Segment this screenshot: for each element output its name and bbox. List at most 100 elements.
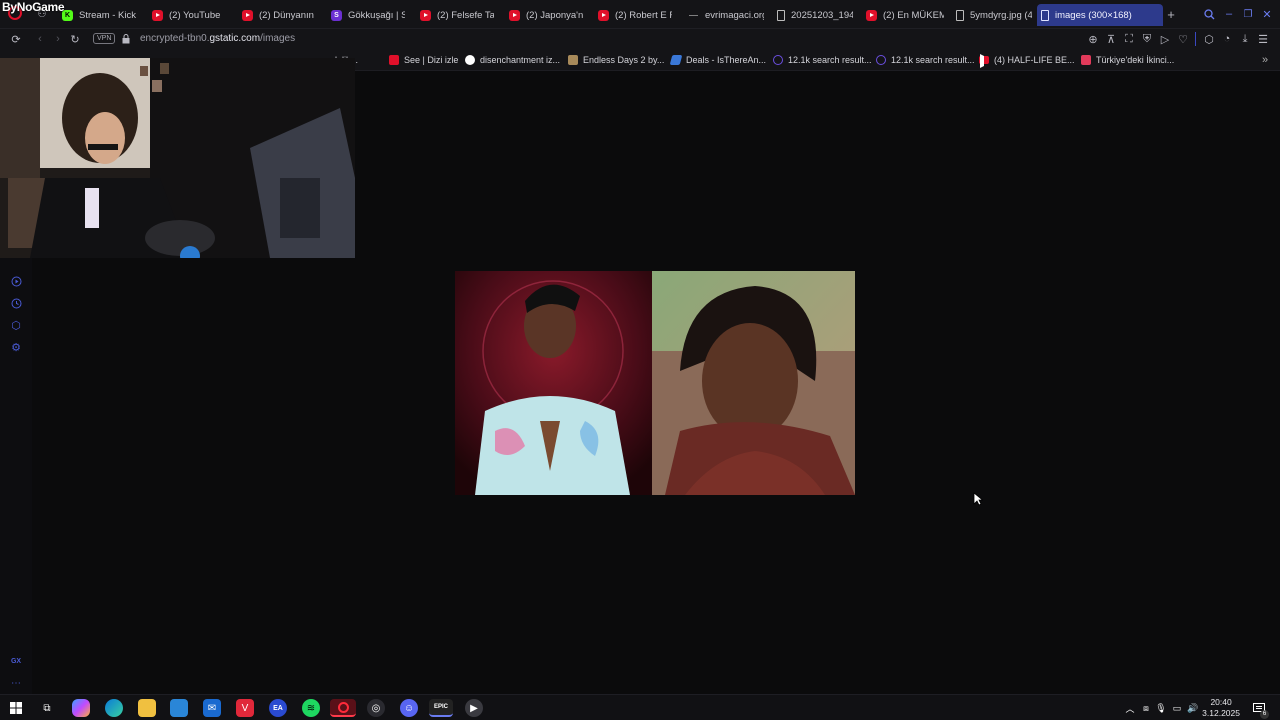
store-icon[interactable] [170, 699, 188, 717]
search-result-icon [773, 55, 783, 65]
search-result-icon [876, 55, 886, 65]
bookmark-label: See | Dizi izle [404, 55, 459, 65]
tab-gokkusagi[interactable]: S Gökkuşağı | Sh [327, 4, 405, 26]
bookmark-item[interactable]: disenchantment iz... [465, 53, 560, 67]
tab-en-mukemmel[interactable]: (2) En MÜKEM [862, 4, 944, 26]
tab-label: (2) YouTube [169, 9, 221, 21]
bookmark-label: 12.1k search result... [891, 55, 975, 65]
vpn-badge[interactable]: VPN [93, 33, 116, 44]
browser-tab-bar: ⚇ K Stream - Kick D (2) YouTube (2) Düny… [0, 0, 1280, 29]
reload-sidebar-icon[interactable]: ⟳ [8, 31, 24, 47]
youtube-icon [509, 9, 520, 21]
clock-time: 20:40 [1210, 697, 1232, 707]
media-player-icon[interactable]: ▶ [465, 699, 483, 717]
forward-icon[interactable]: › [50, 31, 66, 47]
file-explorer-icon[interactable] [138, 699, 156, 717]
bookmark-item[interactable]: Endless Days 2 by... [568, 53, 664, 67]
tab-label: (2) Japonya'nı [526, 9, 583, 21]
tab-label: images (300×168) [1055, 9, 1132, 21]
edge-icon[interactable] [105, 699, 123, 717]
tab-robert[interactable]: (2) Robert E Fu [594, 4, 672, 26]
tab-youtube[interactable]: (2) YouTube [148, 4, 234, 26]
steam-icon[interactable]: ◎ [367, 699, 385, 717]
url-domain: gstatic.com [209, 33, 261, 44]
opera-gx-icon[interactable] [330, 699, 356, 717]
s-app-icon: S [331, 9, 342, 21]
webcam-overlay [0, 58, 355, 258]
search-tabs-icon[interactable] [1201, 6, 1217, 22]
new-tab-icon[interactable]: + [1163, 6, 1179, 22]
tab-japonya[interactable]: (2) Japonya'nı [505, 4, 583, 26]
document-icon [777, 9, 785, 21]
extensions-icon[interactable]: ⬡ [1201, 31, 1217, 47]
composite-photo [455, 271, 855, 495]
tab-label: Stream - Kick D [79, 9, 138, 21]
bookmark-label: disenchantment iz... [480, 55, 561, 65]
spotify-icon[interactable]: ≋ [302, 699, 320, 717]
tab-youtube-dunya[interactable]: (2) Dünyanın E [238, 4, 316, 26]
tab-evrimagaci[interactable]: — evrimagaci.org [684, 4, 764, 26]
discord-icon[interactable]: ☺ [400, 699, 418, 717]
youtube-icon [152, 9, 163, 21]
address-bar-row: ⟳ ‹ › ↻ VPN encrypted-tbn0.gstatic.com/i… [0, 29, 1280, 49]
url-field[interactable]: encrypted-tbn0.gstatic.com/images [140, 31, 295, 47]
copilot-icon[interactable] [72, 699, 90, 717]
minimize-icon[interactable]: – [1221, 6, 1237, 22]
play-icon[interactable]: ▷ [1157, 31, 1173, 47]
notification-center-icon[interactable]: 6 [1250, 699, 1269, 719]
epic-games-icon[interactable]: EPIC [429, 699, 453, 717]
tab-felsefe[interactable]: (2) Felsefe Tar [416, 4, 494, 26]
brand-logo: ByNoGame [2, 0, 65, 14]
tab-jpg-file[interactable]: 5ymdyrg.jpg (4 [952, 4, 1032, 26]
more-options-icon[interactable]: ⋯ [9, 676, 23, 690]
mail-icon[interactable]: ✉ [203, 699, 221, 717]
news-icon [1081, 55, 1091, 65]
tab-images-active[interactable]: images (300×168) [1037, 4, 1163, 26]
settings-icon[interactable]: ⚙ [9, 340, 23, 354]
tab-label: evrimagaci.org [705, 9, 764, 21]
evrimagaci-icon: — [689, 10, 698, 20]
download-icon[interactable]: ⤓ [1237, 31, 1253, 47]
notification-count-badge: 6 [1260, 710, 1269, 719]
gx-corner-label[interactable]: GX [9, 654, 23, 668]
toolbar-divider [1195, 32, 1196, 46]
windows-taskbar: ⧉ ✉ V EA ≋ ◎ ☺ EPIC ▶ ︿ ⧈ 🎙 ▭ 🔊 20:40 3.… [0, 694, 1280, 720]
pin-icon[interactable]: ⊼ [1103, 31, 1119, 47]
youtube-icon [866, 9, 877, 21]
tab-label: 20251203_194 [791, 9, 853, 21]
extensions-icon[interactable]: ⬡ [9, 318, 23, 332]
volume-icon[interactable]: 🔊 [1184, 699, 1202, 717]
ea-icon[interactable]: EA [269, 699, 287, 717]
tab-screenshot-file[interactable]: 20251203_194 [773, 4, 853, 26]
snapshot-icon[interactable]: ⛶ [1121, 31, 1137, 47]
close-icon[interactable]: ✕ [1259, 6, 1275, 22]
bookmark-item[interactable]: (4) HALF-LIFE BE... [979, 53, 1075, 67]
reload-icon[interactable]: ↻ [67, 31, 83, 47]
task-view-icon[interactable]: ⧉ [38, 699, 56, 717]
menu-icon[interactable]: ☰ [1255, 31, 1271, 47]
tab-kick-stream[interactable]: K Stream - Kick D [58, 4, 138, 26]
play-circle-icon[interactable] [9, 274, 23, 288]
more-bookmarks-icon[interactable]: » [1262, 53, 1268, 67]
bookmark-item[interactable]: Türkiye'deki İkinci... [1081, 53, 1174, 67]
restore-icon[interactable]: ❐ [1240, 6, 1256, 22]
displayed-image[interactable] [455, 271, 855, 495]
heart-icon[interactable]: ♡ [1175, 31, 1191, 47]
tab-label: (2) Robert E Fu [615, 9, 672, 21]
url-prefix: encrypted-tbn0. [140, 33, 210, 44]
vivaldi-icon[interactable]: V [236, 699, 254, 717]
profile-icon[interactable]: ◔ [1219, 31, 1235, 47]
youtube-icon [242, 9, 253, 21]
lock-icon[interactable] [118, 31, 134, 47]
bookmark-item[interactable]: 12.1k search result... [876, 53, 975, 67]
system-clock[interactable]: 20:40 3.12.2025 [1202, 697, 1240, 719]
shield-icon[interactable]: ⛨ [1139, 31, 1155, 47]
zoom-icon[interactable]: ⊕ [1085, 31, 1101, 47]
bookmark-item[interactable]: See | Dizi izle [389, 53, 458, 67]
back-icon[interactable]: ‹ [32, 31, 48, 47]
bookmark-item[interactable]: 12.1k search result... [773, 53, 872, 67]
history-icon[interactable] [9, 296, 23, 310]
bookmark-item[interactable]: Deals - IsThereAn... [669, 53, 766, 67]
windows-start-icon[interactable] [7, 699, 25, 717]
bookmark-label: Endless Days 2 by... [583, 55, 665, 65]
